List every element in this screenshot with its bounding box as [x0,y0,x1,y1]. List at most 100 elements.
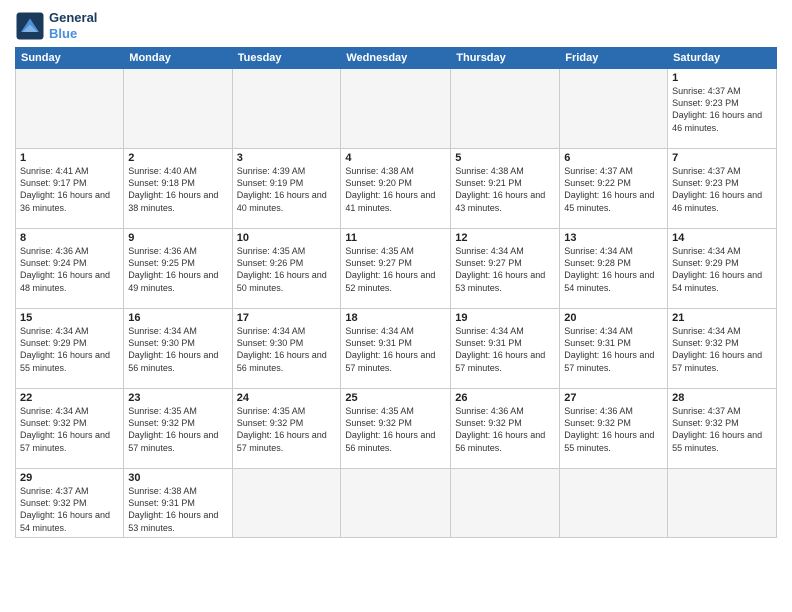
col-sunday: Sunday [16,48,124,69]
calendar-header-row: Sunday Monday Tuesday Wednesday Thursday… [16,48,777,69]
day-info: Sunrise: 4:35 AMSunset: 9:26 PMDaylight:… [237,245,337,294]
calendar-week-row: 29Sunrise: 4:37 AMSunset: 9:32 PMDayligh… [16,469,777,538]
day-number: 22 [20,392,119,404]
day-number: 15 [20,312,119,324]
day-number: 2 [128,152,227,164]
day-number: 11 [345,232,446,244]
calendar-week-row: 1Sunrise: 4:41 AMSunset: 9:17 PMDaylight… [16,149,777,229]
calendar-cell [560,69,668,149]
calendar-cell: 3Sunrise: 4:39 AMSunset: 9:19 PMDaylight… [232,149,341,229]
day-info: Sunrise: 4:40 AMSunset: 9:18 PMDaylight:… [128,165,227,214]
day-info: Sunrise: 4:34 AMSunset: 9:29 PMDaylight:… [672,245,772,294]
calendar-cell: 27Sunrise: 4:36 AMSunset: 9:32 PMDayligh… [560,389,668,469]
day-number: 6 [564,152,663,164]
calendar-cell: 19Sunrise: 4:34 AMSunset: 9:31 PMDayligh… [451,309,560,389]
col-friday: Friday [560,48,668,69]
calendar-cell: 2Sunrise: 4:40 AMSunset: 9:18 PMDaylight… [124,149,232,229]
col-tuesday: Tuesday [232,48,341,69]
calendar-cell: 17Sunrise: 4:34 AMSunset: 9:30 PMDayligh… [232,309,341,389]
calendar-cell: 23Sunrise: 4:35 AMSunset: 9:32 PMDayligh… [124,389,232,469]
day-info: Sunrise: 4:35 AMSunset: 9:27 PMDaylight:… [345,245,446,294]
calendar-cell [668,469,777,538]
day-info: Sunrise: 4:37 AMSunset: 9:22 PMDaylight:… [564,165,663,214]
day-info: Sunrise: 4:37 AMSunset: 9:23 PMDaylight:… [672,165,772,214]
calendar-cell: 12Sunrise: 4:34 AMSunset: 9:27 PMDayligh… [451,229,560,309]
day-number: 8 [20,232,119,244]
col-wednesday: Wednesday [341,48,451,69]
day-number: 28 [672,392,772,404]
day-info: Sunrise: 4:34 AMSunset: 9:27 PMDaylight:… [455,245,555,294]
calendar-cell [451,69,560,149]
calendar-cell: 1Sunrise: 4:41 AMSunset: 9:17 PMDaylight… [16,149,124,229]
day-info: Sunrise: 4:37 AMSunset: 9:23 PMDaylight:… [672,85,772,134]
calendar-week-row: 1Sunrise: 4:37 AMSunset: 9:23 PMDaylight… [16,69,777,149]
calendar-cell: 8Sunrise: 4:36 AMSunset: 9:24 PMDaylight… [16,229,124,309]
calendar-cell: 1Sunrise: 4:37 AMSunset: 9:23 PMDaylight… [668,69,777,149]
day-info: Sunrise: 4:36 AMSunset: 9:25 PMDaylight:… [128,245,227,294]
calendar-cell: 9Sunrise: 4:36 AMSunset: 9:25 PMDaylight… [124,229,232,309]
day-number: 23 [128,392,227,404]
day-info: Sunrise: 4:35 AMSunset: 9:32 PMDaylight:… [128,405,227,454]
col-monday: Monday [124,48,232,69]
calendar-week-row: 8Sunrise: 4:36 AMSunset: 9:24 PMDaylight… [16,229,777,309]
calendar-cell [451,469,560,538]
calendar-cell [232,69,341,149]
day-info: Sunrise: 4:36 AMSunset: 9:24 PMDaylight:… [20,245,119,294]
calendar-week-row: 15Sunrise: 4:34 AMSunset: 9:29 PMDayligh… [16,309,777,389]
day-number: 17 [237,312,337,324]
calendar-cell [124,69,232,149]
col-thursday: Thursday [451,48,560,69]
day-number: 1 [20,152,119,164]
day-number: 13 [564,232,663,244]
day-number: 25 [345,392,446,404]
day-info: Sunrise: 4:37 AMSunset: 9:32 PMDaylight:… [672,405,772,454]
day-info: Sunrise: 4:34 AMSunset: 9:28 PMDaylight:… [564,245,663,294]
day-info: Sunrise: 4:34 AMSunset: 9:32 PMDaylight:… [20,405,119,454]
day-number: 27 [564,392,663,404]
calendar-cell [341,469,451,538]
day-info: Sunrise: 4:38 AMSunset: 9:31 PMDaylight:… [128,485,227,534]
calendar-table: Sunday Monday Tuesday Wednesday Thursday… [15,47,777,538]
day-number: 30 [128,472,227,484]
calendar-cell: 22Sunrise: 4:34 AMSunset: 9:32 PMDayligh… [16,389,124,469]
day-info: Sunrise: 4:35 AMSunset: 9:32 PMDaylight:… [237,405,337,454]
day-number: 7 [672,152,772,164]
day-info: Sunrise: 4:36 AMSunset: 9:32 PMDaylight:… [455,405,555,454]
day-info: Sunrise: 4:38 AMSunset: 9:20 PMDaylight:… [345,165,446,214]
calendar-cell: 4Sunrise: 4:38 AMSunset: 9:20 PMDaylight… [341,149,451,229]
calendar-cell: 13Sunrise: 4:34 AMSunset: 9:28 PMDayligh… [560,229,668,309]
day-info: Sunrise: 4:34 AMSunset: 9:30 PMDaylight:… [237,325,337,374]
day-number: 9 [128,232,227,244]
logo-icon [15,11,45,41]
calendar-cell [232,469,341,538]
col-saturday: Saturday [668,48,777,69]
calendar-cell: 29Sunrise: 4:37 AMSunset: 9:32 PMDayligh… [16,469,124,538]
day-info: Sunrise: 4:41 AMSunset: 9:17 PMDaylight:… [20,165,119,214]
day-info: Sunrise: 4:34 AMSunset: 9:29 PMDaylight:… [20,325,119,374]
day-info: Sunrise: 4:37 AMSunset: 9:32 PMDaylight:… [20,485,119,534]
logo: General Blue [15,10,97,41]
calendar-cell: 6Sunrise: 4:37 AMSunset: 9:22 PMDaylight… [560,149,668,229]
header: General Blue [15,10,777,41]
calendar-cell: 16Sunrise: 4:34 AMSunset: 9:30 PMDayligh… [124,309,232,389]
day-info: Sunrise: 4:34 AMSunset: 9:32 PMDaylight:… [672,325,772,374]
day-number: 18 [345,312,446,324]
calendar-cell: 14Sunrise: 4:34 AMSunset: 9:29 PMDayligh… [668,229,777,309]
day-number: 21 [672,312,772,324]
calendar-cell: 30Sunrise: 4:38 AMSunset: 9:31 PMDayligh… [124,469,232,538]
calendar-cell: 5Sunrise: 4:38 AMSunset: 9:21 PMDaylight… [451,149,560,229]
day-number: 26 [455,392,555,404]
day-number: 10 [237,232,337,244]
day-number: 12 [455,232,555,244]
calendar-week-row: 22Sunrise: 4:34 AMSunset: 9:32 PMDayligh… [16,389,777,469]
calendar-cell: 11Sunrise: 4:35 AMSunset: 9:27 PMDayligh… [341,229,451,309]
day-info: Sunrise: 4:34 AMSunset: 9:31 PMDaylight:… [455,325,555,374]
day-info: Sunrise: 4:38 AMSunset: 9:21 PMDaylight:… [455,165,555,214]
day-number: 16 [128,312,227,324]
day-number: 29 [20,472,119,484]
logo-text: General Blue [49,10,97,41]
day-number: 19 [455,312,555,324]
calendar-cell [341,69,451,149]
day-info: Sunrise: 4:35 AMSunset: 9:32 PMDaylight:… [345,405,446,454]
day-info: Sunrise: 4:34 AMSunset: 9:31 PMDaylight:… [345,325,446,374]
